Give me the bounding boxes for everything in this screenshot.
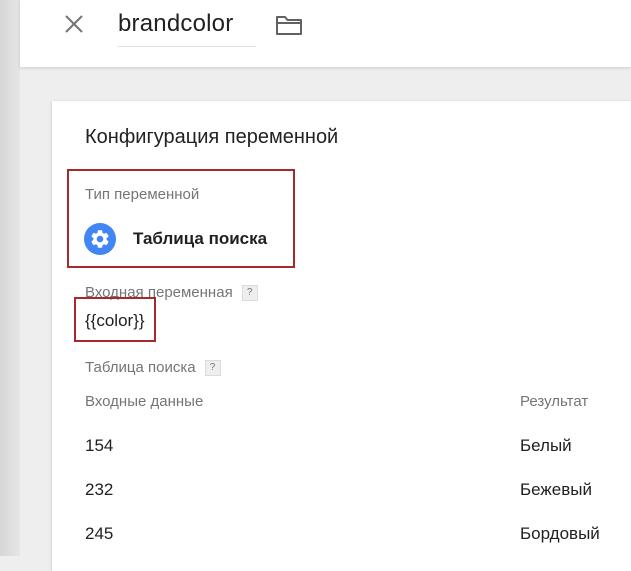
row-output-value[interactable]: Бордовый [520,524,600,544]
row-input-value[interactable]: 232 [85,480,113,500]
column-header-output: Результат [520,393,589,410]
row-input-value[interactable]: 245 [85,524,113,544]
variable-type-name[interactable]: Таблица поиска [133,229,267,249]
folder-button[interactable] [273,11,305,39]
lookup-table-label-text: Таблица поиска [85,359,196,376]
row-output-value[interactable]: Бежевый [520,480,592,500]
column-header-input: Входные данные [85,393,204,410]
gear-icon [91,230,109,248]
left-edge-shade [0,0,20,556]
close-icon [65,15,83,33]
variable-type-selector[interactable] [84,223,116,255]
row-output-value[interactable]: Белый [520,436,572,456]
variable-name-field[interactable]: brandcolor [118,8,256,47]
help-icon[interactable]: ? [204,359,221,376]
close-button[interactable] [56,6,92,42]
section-title: Конфигурация переменной [85,126,339,148]
variable-name[interactable]: brandcolor [118,8,256,40]
variable-type-label: Тип переменной [85,186,200,203]
editor-header: brandcolor [20,0,631,67]
help-icon[interactable]: ? [241,284,258,301]
variable-config-card: Конфигурация переменной Тип переменной Т… [52,101,631,571]
row-input-value[interactable]: 154 [85,436,113,456]
lookup-table-label: Таблица поиска ? [85,359,221,376]
input-variable-value[interactable]: {{color}} [85,311,145,331]
folder-icon [276,16,302,35]
